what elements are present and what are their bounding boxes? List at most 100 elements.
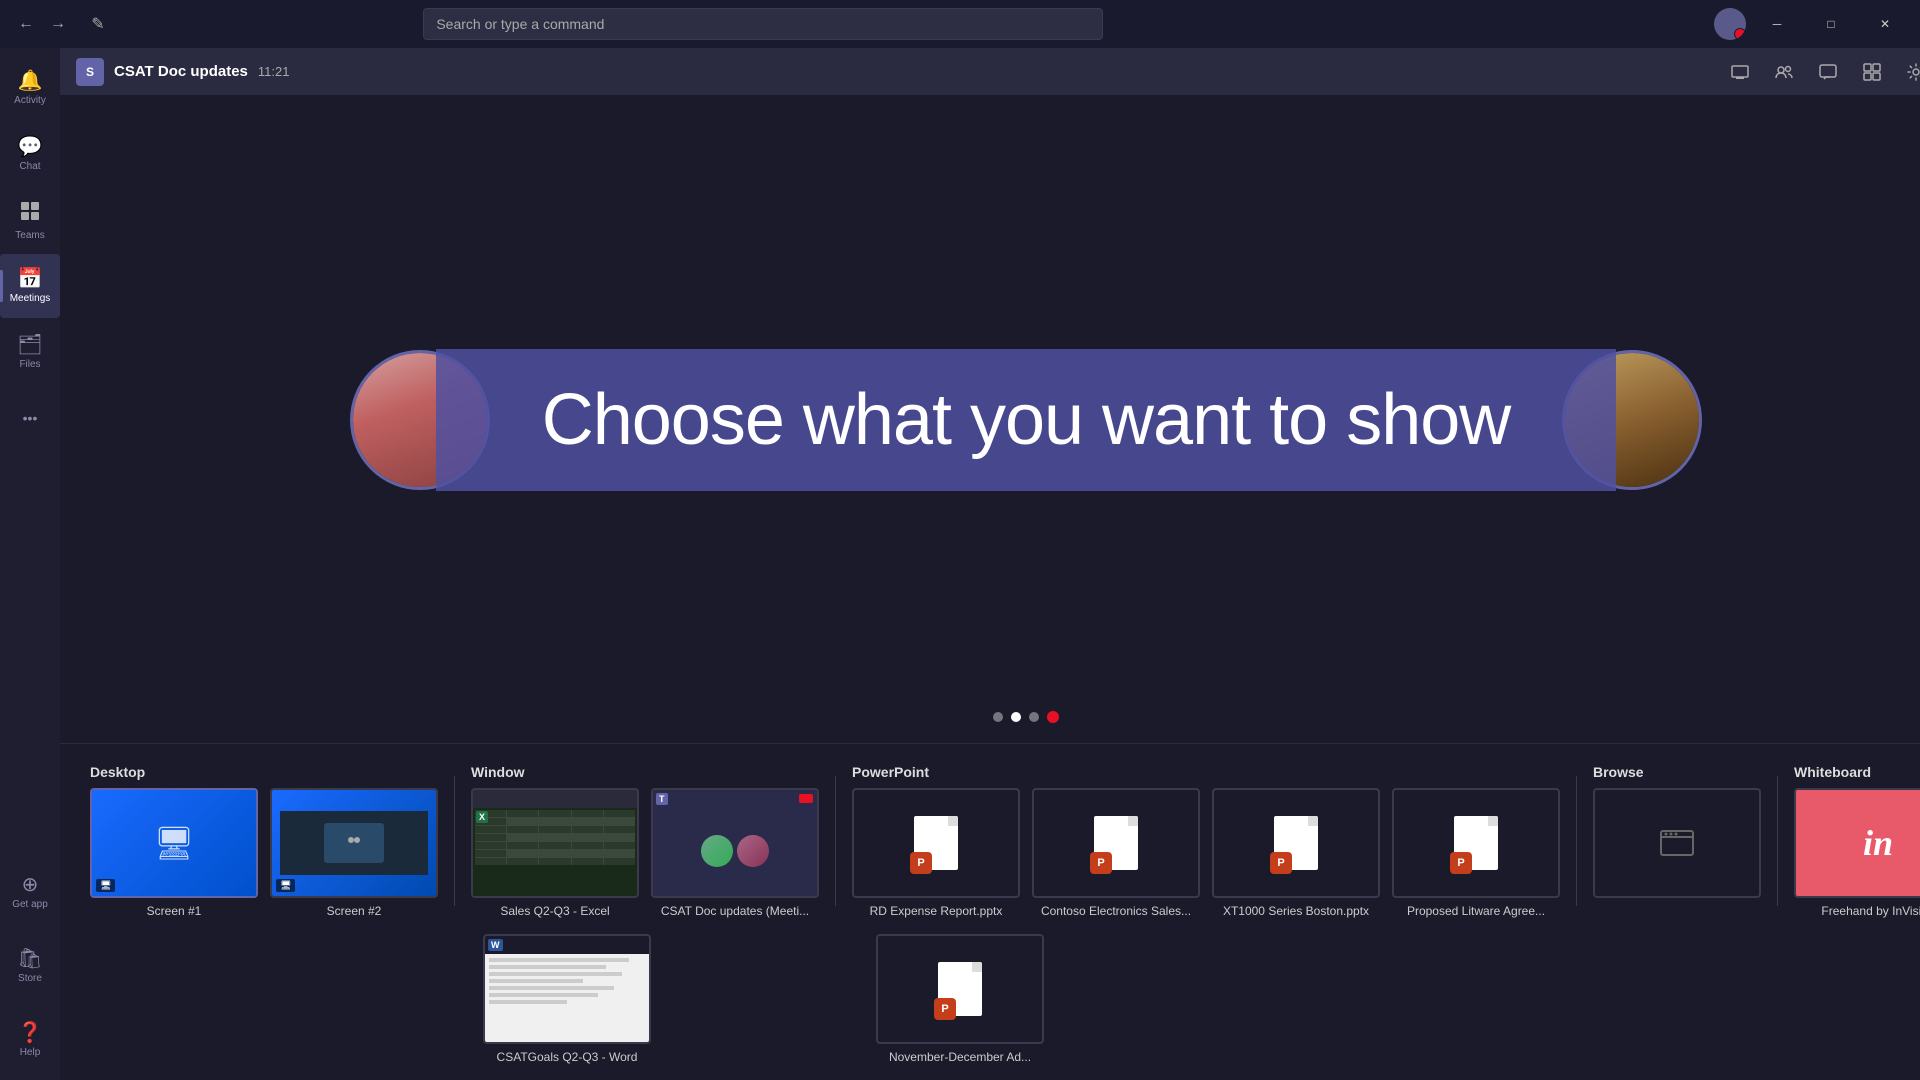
pptx2-preview: P [1032, 788, 1200, 898]
pptx4-preview: P [1392, 788, 1560, 898]
video-dots [993, 711, 1059, 723]
divider-4 [1777, 776, 1778, 906]
settings-button[interactable] [1900, 56, 1920, 88]
screen2-label: Screen #2 [327, 904, 382, 918]
screen1-badge: 🖥 [96, 879, 115, 892]
share-screen-button[interactable] [1724, 56, 1756, 88]
screen2-preview: 🖥 [270, 788, 438, 898]
minimize-button[interactable]: ─ [1754, 8, 1800, 40]
desktop-section: Desktop 🖥 🖥 Screen #1 [90, 764, 438, 918]
title-bar-right: ─ □ ✕ [1714, 8, 1908, 40]
search-bar[interactable]: Search or type a command [423, 8, 1103, 40]
pptx5-preview: P [876, 934, 1044, 1044]
meeting-header-actions [1724, 56, 1920, 88]
dot-3 [1029, 712, 1039, 722]
pptx5-label: November-December Ad... [889, 1050, 1031, 1064]
teams-icon [19, 200, 41, 226]
video-area: Choose what you want to show [60, 96, 1920, 743]
apps-button[interactable] [1856, 56, 1888, 88]
back-button[interactable]: ← [12, 10, 40, 38]
browse-section: Browse [1593, 764, 1761, 898]
sidebar-item-getapp[interactable]: ⊕ Get app [0, 860, 60, 924]
window-row2: W CS [483, 934, 843, 1064]
activity-label: Activity [14, 95, 46, 106]
divider-3 [1576, 776, 1577, 906]
meeting-app-icon: S [76, 58, 104, 86]
browse-section-label: Browse [1593, 764, 1761, 780]
powerpoint-section-label: PowerPoint [852, 764, 1560, 780]
window-section-label: Window [471, 764, 819, 780]
title-bar: ← → ✎ Search or type a command ─ □ ✕ [0, 0, 1920, 48]
divider-1 [454, 776, 455, 906]
sidebar-item-meetings[interactable]: 📅 Meetings [0, 254, 60, 318]
meeting-header: S CSAT Doc updates 11:21 [60, 48, 1920, 96]
help-icon: ❓ [18, 1023, 43, 1043]
whiteboard-preview: in [1794, 788, 1920, 898]
pptx1-preview: P [852, 788, 1020, 898]
files-label: Files [19, 359, 40, 370]
sidebar-item-teams[interactable]: Teams [0, 188, 60, 252]
store-label: Store [18, 973, 42, 984]
teams-label: CSAT Doc updates (Meeti... [661, 904, 809, 918]
browse-placeholder[interactable] [1593, 788, 1761, 898]
sidebar-item-more[interactable]: ••• [0, 386, 60, 450]
main-layout: 🔔 Activity 💬 Chat Teams 📅 Meetings 🗂 [0, 48, 1920, 1080]
sidebar-item-activity[interactable]: 🔔 Activity [0, 56, 60, 120]
meetings-label: Meetings [10, 293, 51, 304]
meetings-icon: 📅 [18, 269, 43, 289]
desktop-section-label: Desktop [90, 764, 438, 780]
teams-thumb[interactable]: T [651, 788, 819, 918]
getapp-icon: ⊕ [22, 875, 39, 895]
forward-button[interactable]: → [44, 10, 72, 38]
powerpoint-row2: P November-December Ad... [876, 934, 1044, 1064]
desktop-thumb-1[interactable]: 🖥 🖥 Screen #1 [90, 788, 258, 918]
more-icon: ••• [23, 411, 38, 425]
store-icon: 🛍 [17, 949, 42, 969]
sidebar-item-store[interactable]: 🛍 Store [0, 934, 60, 998]
powerpoint-section: PowerPoint P [852, 764, 1560, 918]
maximize-button[interactable]: □ [1808, 8, 1854, 40]
sidebar-item-files[interactable]: 🗂 Files [0, 320, 60, 384]
share-overlay-banner: Choose what you want to show [436, 349, 1616, 491]
word-thumb[interactable]: W CS [483, 934, 651, 1064]
pptx-thumb-4[interactable]: P Proposed Litware Agree... [1392, 788, 1560, 918]
search-placeholder: Search or type a command [436, 16, 604, 32]
whiteboard-thumb[interactable]: in Freehand by InVision [1794, 788, 1920, 918]
user-avatar[interactable] [1714, 8, 1746, 40]
screen1-preview: 🖥 🖥 [90, 788, 258, 898]
pptx-thumb-2[interactable]: P Contoso Electronics Sales... [1032, 788, 1200, 918]
sidebar-item-help[interactable]: ❓ Help [0, 1008, 60, 1072]
pptx-thumb-1[interactable]: P RD Expense Report.pptx [852, 788, 1020, 918]
chat-label: Chat [19, 161, 40, 172]
getapp-label: Get app [12, 899, 48, 910]
compose-button[interactable]: ✎ [84, 10, 112, 38]
whiteboard-section: Whiteboard in Freehand by InVision [1794, 764, 1920, 918]
word-preview: W [483, 934, 651, 1044]
activity-icon: 🔔 [18, 71, 43, 91]
pptx-thumb-5[interactable]: P November-December Ad... [876, 934, 1044, 1064]
dot-2 [1011, 712, 1021, 722]
chat-panel-button[interactable] [1812, 56, 1844, 88]
share-panel: Desktop 🖥 🖥 Screen #1 [60, 743, 1920, 1080]
excel-label: Sales Q2-Q3 - Excel [500, 904, 609, 918]
pptx1-label: RD Expense Report.pptx [870, 904, 1003, 918]
word-label: CSATGoals Q2-Q3 - Word [497, 1050, 638, 1064]
pptx3-label: XT1000 Series Boston.pptx [1223, 904, 1369, 918]
meeting-time: 11:21 [258, 64, 290, 79]
whiteboard-section-label: Whiteboard [1794, 764, 1920, 780]
pptx-thumb-3[interactable]: P XT1000 Series Boston.pptx [1212, 788, 1380, 918]
window-section: Window X [471, 764, 819, 918]
teams-preview: T [651, 788, 819, 898]
pptx4-label: Proposed Litware Agree... [1407, 904, 1545, 918]
meeting-title: CSAT Doc updates [114, 63, 248, 80]
close-button[interactable]: ✕ [1862, 8, 1908, 40]
teams-label: Teams [15, 230, 44, 241]
pptx2-label: Contoso Electronics Sales... [1041, 904, 1191, 918]
chat-icon: 💬 [18, 137, 43, 157]
pptx3-preview: P [1212, 788, 1380, 898]
divider-2 [835, 776, 836, 906]
excel-thumb[interactable]: X [471, 788, 639, 918]
desktop-thumb-2[interactable]: 🖥 Screen #2 [270, 788, 438, 918]
participants-button[interactable] [1768, 56, 1800, 88]
sidebar-item-chat[interactable]: 💬 Chat [0, 122, 60, 186]
